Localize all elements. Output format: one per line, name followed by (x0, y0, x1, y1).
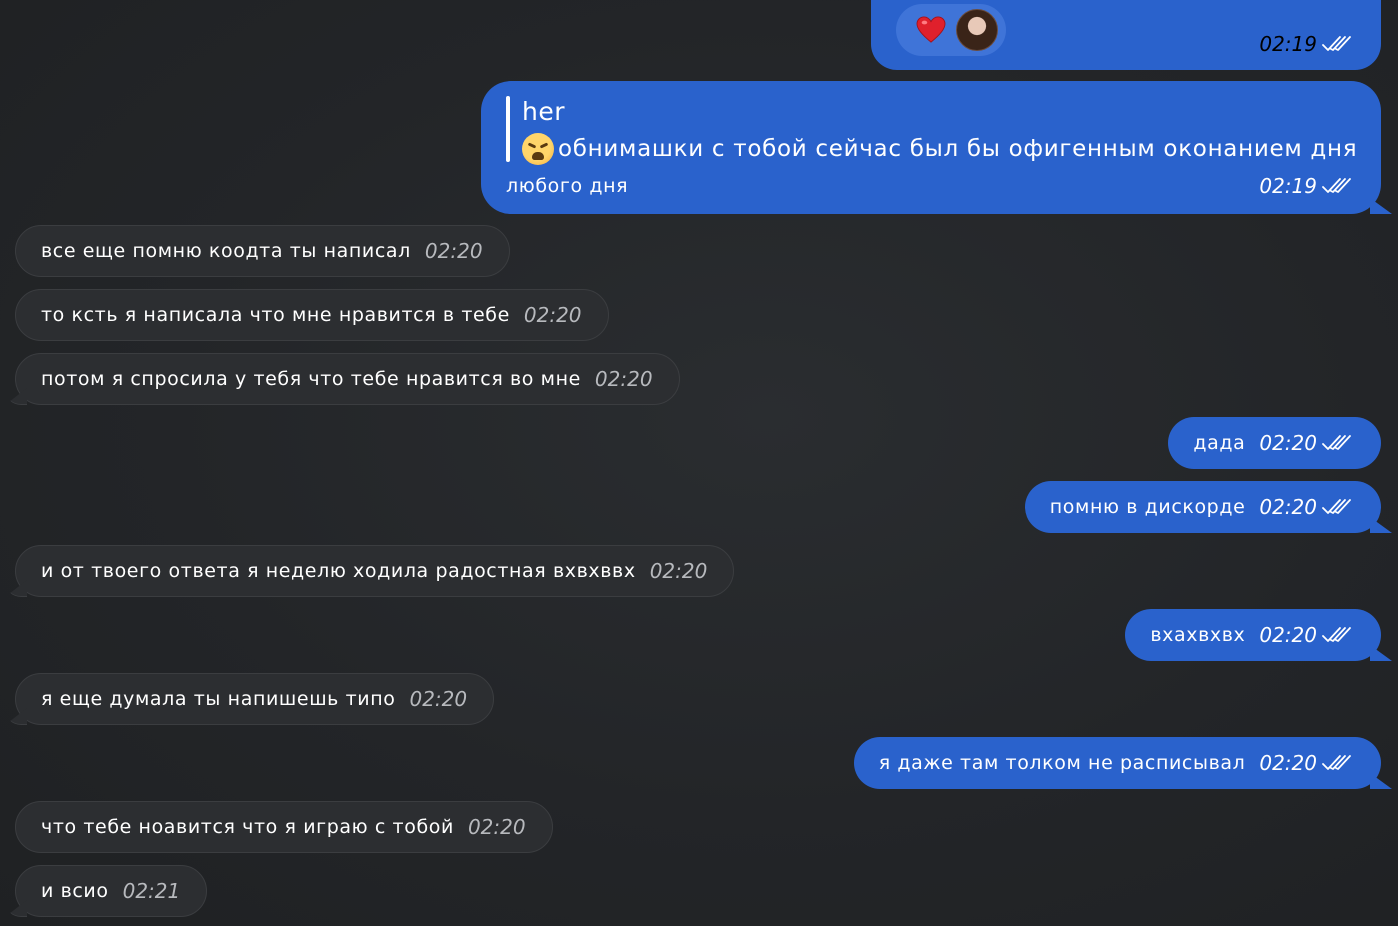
message-bubble-outgoing[interactable]: 02:19 (871, 0, 1381, 70)
message-bubble-incoming[interactable]: потом я спросила у тебя что тебе нравитс… (15, 353, 680, 405)
message-time: 02:20 (1259, 495, 1317, 519)
weary-face-icon (522, 133, 554, 165)
quote-author[interactable]: her (522, 97, 565, 126)
double-check-icon (1321, 34, 1351, 54)
message-text: потом я спросила у тебя что тебе нравитс… (41, 368, 581, 390)
message-text: и от твоего ответа я неделю ходила радос… (41, 560, 636, 582)
message-bubble-outgoing[interactable]: вхахвхвх 02:20 (1125, 609, 1381, 661)
message-bubble-incoming[interactable]: и от твоего ответа я неделю ходила радос… (15, 545, 735, 597)
message-time: 02:20 (1259, 751, 1317, 775)
message-time: 02:20 (467, 815, 526, 839)
message-time: 02:20 (1259, 623, 1317, 647)
reaction-pill[interactable] (896, 4, 1006, 56)
message-time: 02:20 (424, 239, 483, 263)
message-text: обнимашки с тобой сейчас был бы офигенны… (558, 136, 1358, 162)
message-text: все еще помню коодта ты написал (41, 240, 411, 262)
message-bubble-outgoing[interactable]: помню в дискорде 02:20 (1024, 481, 1381, 533)
message-time: 02:20 (409, 687, 468, 711)
message-time: 02:20 (594, 367, 653, 391)
message-bubble-reply[interactable]: her обнимашки с тобой сейчас был бы офиг… (481, 81, 1381, 214)
chat-area: 02:19 her обнимашки с тобой сейчас был б… (0, 0, 1398, 926)
message-bubble-outgoing[interactable]: я даже там толком не расписывал 02:20 (853, 737, 1381, 789)
message-bubble-incoming[interactable]: то кcть я написала что мне нравится в те… (15, 289, 609, 341)
message-time: 02:19 (1259, 174, 1317, 198)
message-bubble-outgoing[interactable]: дада 02:20 (1168, 417, 1381, 469)
message-text: что тебе ноавится что я играю с тобой (41, 816, 454, 838)
message-text: я еще думала ты напишешь типо (41, 688, 396, 710)
double-check-icon (1321, 176, 1351, 196)
message-text: то кcть я написала что мне нравится в те… (41, 304, 510, 326)
quote-bar (506, 96, 510, 162)
message-time: 02:20 (523, 303, 582, 327)
message-text: дада (1193, 432, 1246, 454)
message-text: вхахвхвх (1150, 624, 1246, 646)
double-check-icon (1321, 433, 1351, 453)
double-check-icon (1321, 497, 1351, 517)
message-text-continuation: любого дня (506, 175, 629, 197)
quote-line: обнимашки с тобой сейчас был бы офигенны… (522, 133, 1357, 165)
reactor-avatar[interactable] (956, 9, 998, 51)
message-time: 02:20 (1259, 431, 1317, 455)
heart-icon (916, 16, 946, 43)
double-check-icon (1321, 625, 1351, 645)
message-text: я даже там толком не расписывал (878, 752, 1246, 774)
message-bubble-incoming[interactable]: и всио 02:21 (15, 865, 208, 917)
message-bubble-incoming[interactable]: я еще думала ты напишешь типо 02:20 (15, 673, 495, 725)
message-bubble-incoming[interactable]: все еще помню коодта ты написал 02:20 (15, 225, 510, 277)
message-time: 02:20 (649, 559, 708, 583)
message-time: 02:19 (1259, 32, 1317, 56)
message-bubble-incoming[interactable]: что тебе ноавится что я играю с тобой 02… (15, 801, 553, 853)
message-text: помню в дискорде (1049, 496, 1246, 518)
double-check-icon (1321, 753, 1351, 773)
message-text: и всио (41, 880, 109, 902)
message-time: 02:21 (122, 879, 181, 903)
